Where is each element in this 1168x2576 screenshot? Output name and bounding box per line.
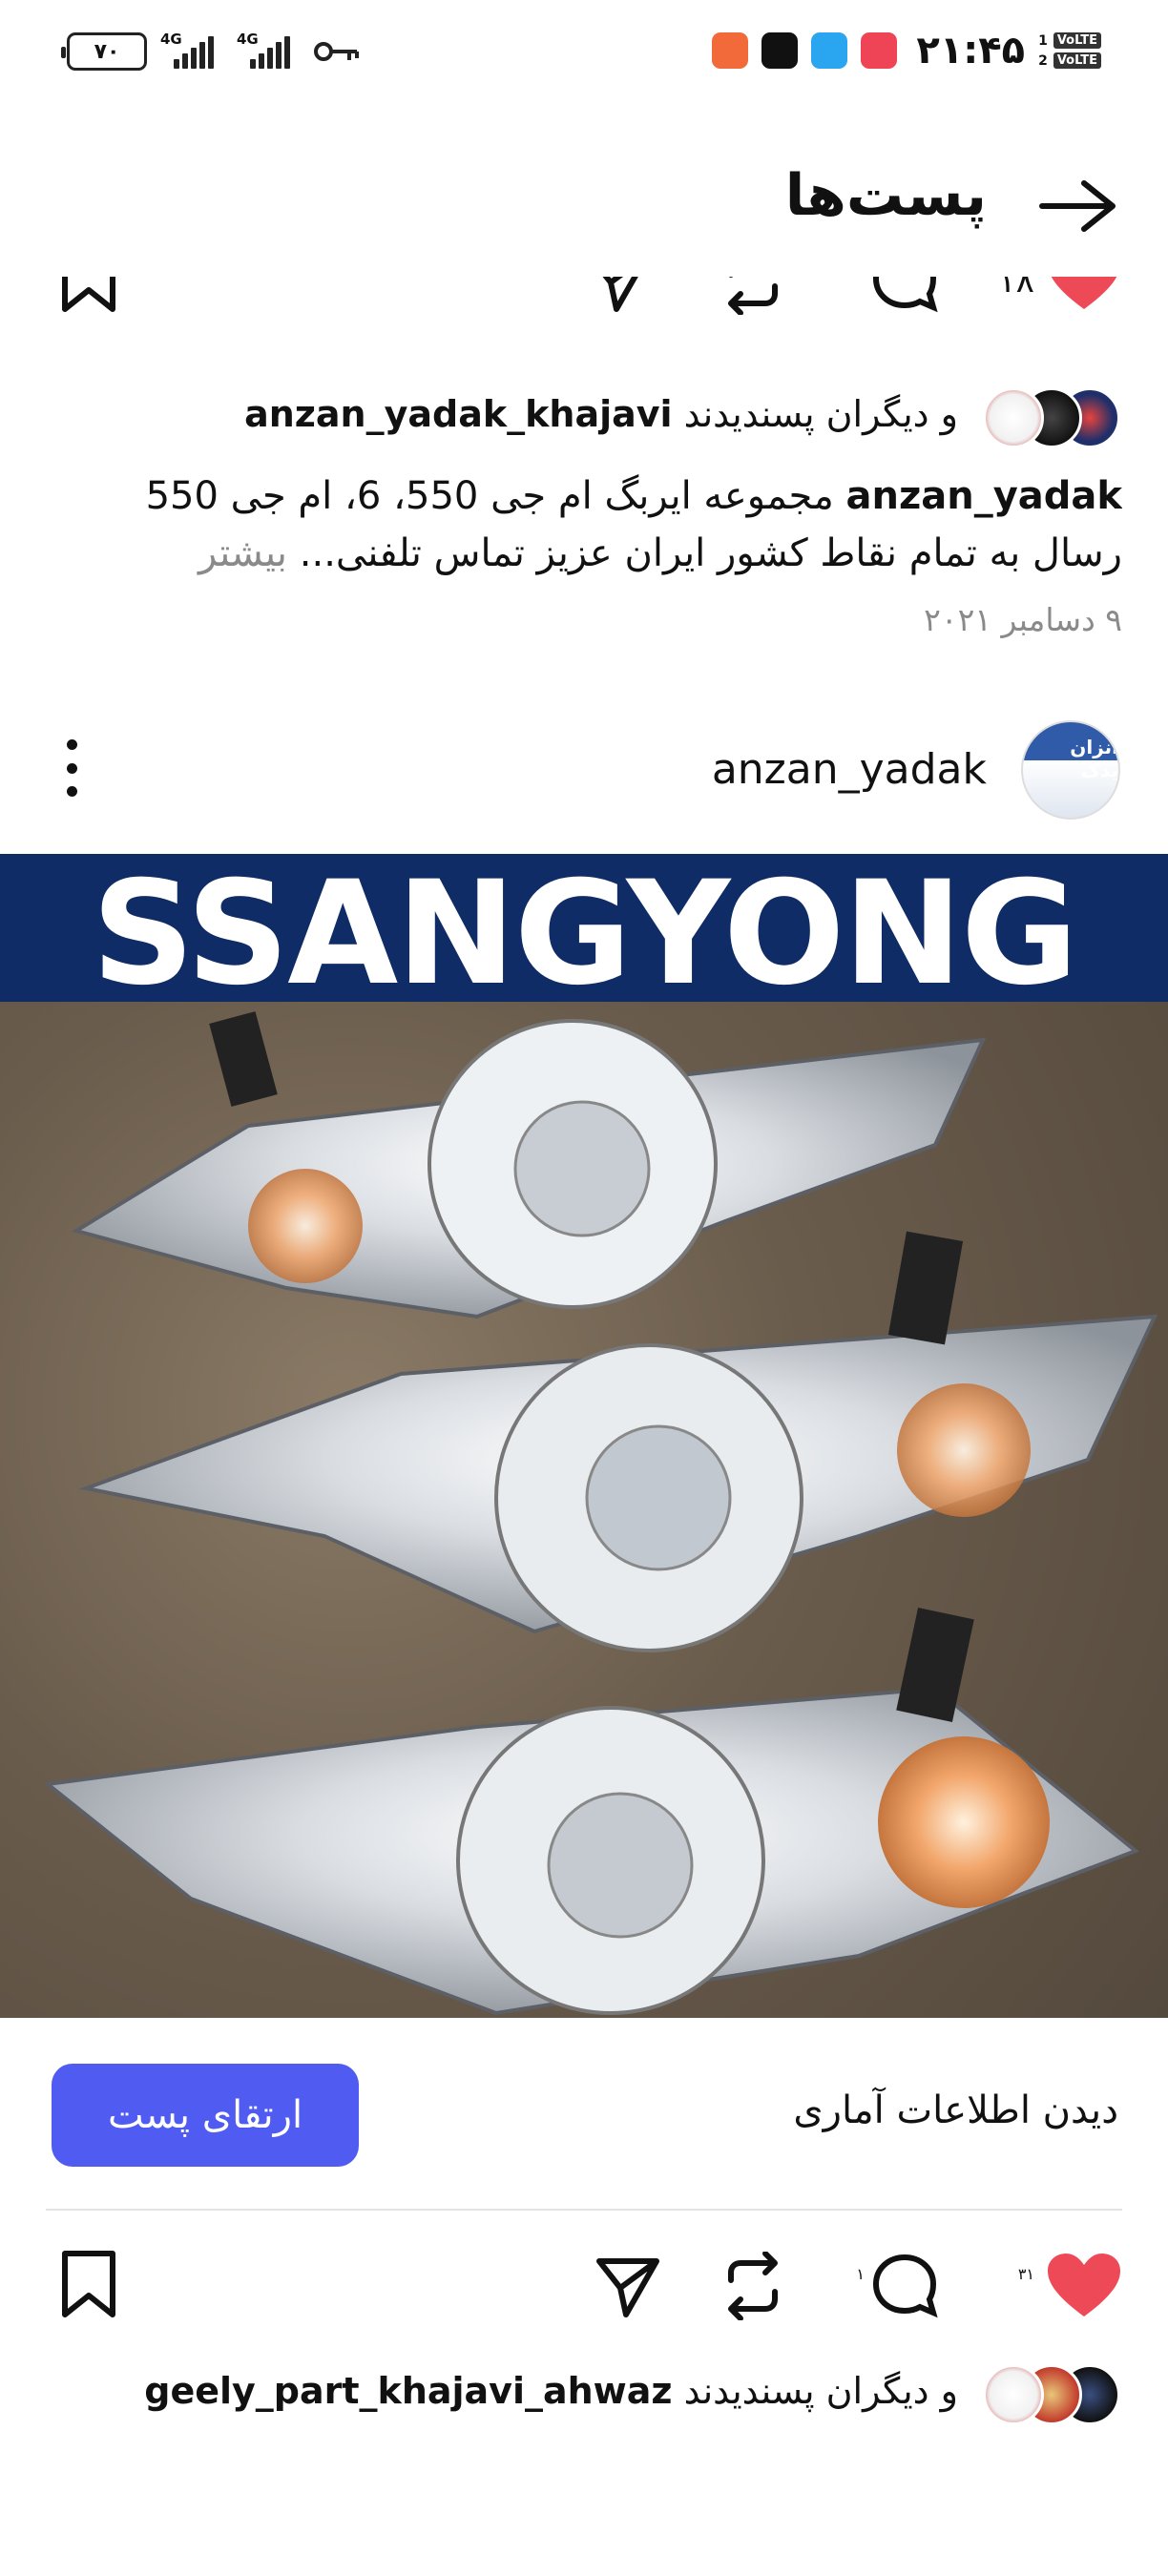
share-button[interactable] [584,277,653,315]
headlights-illustration [43,1011,1158,2016]
caption-text-1: مجموعه ایربگ ام جی 550، 6، ام جی 550 [145,474,834,518]
page-title: پست‌ها [784,162,987,229]
huawei-app-icon [712,32,749,69]
sim-2-label: 2 [1038,52,1048,69]
huawei-store-icon [861,32,898,69]
like-button[interactable] [1046,277,1122,313]
battery-level: ۷۰ [94,39,120,64]
brand-banner: SSANGYONG [0,854,1168,1017]
post-owner-actions: ارتقای پست دیدن اطلاعات آماری [0,2018,1168,2209]
caption-line-1: anzan_yadak مجموعه ایربگ ام جی 550، 6، ا… [44,467,1122,525]
battery-icon: ۷۰ [61,32,147,71]
status-left: ۷۰ 4G 4G [61,31,361,71]
comment-icon [872,277,938,313]
divider [46,2209,1122,2211]
previous-post-actions: ۱۸ ۱ [0,277,1168,343]
liked-by-text: و دیگران پسندیدند anzan_yadak_khajavi [244,393,958,435]
repost-icon [728,277,778,315]
clock: ۲۱:۴۵ [916,29,1026,73]
brand-text: SSANGYONG [91,854,1078,1017]
post-image[interactable]: SSANGYONG [0,854,1168,2018]
sim-1-label: 1 [1038,32,1048,49]
save-button[interactable] [59,2250,118,2318]
caption-text-2: رسال به تمام نقاط کشور ایران عزیز تماس ت… [299,531,1122,575]
avatar[interactable]: انزان یدک [1021,720,1120,820]
like-count: ۱۸ [997,277,1034,301]
view-insights-link[interactable]: دیدن اطلاعات آماری [793,2088,1118,2132]
signal-icon: 4G [160,31,223,69]
like-count: ۳۱ [1017,2265,1034,2283]
post-date: ۹ دسامبر ۲۰۲۱ [924,601,1122,638]
network-type-1: 4G [160,31,182,48]
post-header: انزان یدک anzan_yadak [0,711,1168,825]
status-right: ۲۱:۴۵ 1 VoLTE 2 VoLTE [712,29,1101,73]
repost-button[interactable] [720,277,786,315]
save-button[interactable] [59,277,118,313]
caption-username[interactable]: anzan_yadak [845,474,1122,518]
comment-button[interactable] [870,2252,939,2320]
caption-line-2: رسال به تمام نقاط کشور ایران عزیز تماس ت… [44,525,1122,582]
previous-post-liked-by[interactable]: و دیگران پسندیدند anzan_yadak_khajavi [0,380,1168,456]
liker-avatar [983,387,1044,448]
liker-avatar [983,2364,1044,2425]
key-icon [314,42,359,61]
status-bar: ۷۰ 4G 4G ۲۱:۴۵ 1 VoLTE 2 VoLTE [0,0,1168,114]
post-actions: ۳۱ ۱ [0,2233,1168,2328]
heart-icon [1051,277,1117,309]
share-button[interactable] [594,2252,662,2320]
volte-tag-1: VoLTE [1053,32,1101,49]
comment-icon [872,2254,938,2318]
comment-count: ۱ [856,2265,865,2283]
bookmark-icon [62,2251,115,2317]
post-username[interactable]: anzan_yadak [712,745,987,794]
liked-by-user[interactable]: anzan_yadak_khajavi [244,393,672,435]
bookmark-icon [62,277,115,312]
heart-icon [1048,2254,1120,2316]
liker-avatars [968,387,1120,448]
liked-by-text: و دیگران پسندیدند geely_part_khajavi_ahw… [144,2370,958,2412]
comment-count: ۱ [856,277,865,280]
liked-by-prefix: و دیگران پسندیدند [683,393,958,435]
network-type-2: 4G [237,31,259,48]
headlights-photo [0,1002,1168,2018]
volte-tag-2: VoLTE [1053,52,1101,69]
top-app-bar: پست‌ها [0,143,1168,267]
volte-indicator: 1 VoLTE 2 VoLTE [1038,32,1101,69]
comment-button[interactable] [870,277,939,315]
signal-icon-2: 4G [237,31,300,69]
repost-button[interactable] [720,2252,786,2320]
tiktok-icon [761,32,799,69]
send-icon [602,277,638,312]
liked-by-prefix: و دیگران پسندیدند [683,2370,958,2412]
avatar-text: انزان یدک [1070,736,1118,781]
back-arrow-icon[interactable] [1034,177,1120,235]
post-liked-by[interactable]: و دیگران پسندیدند geely_part_khajavi_ahw… [0,2357,1168,2433]
post-caption[interactable]: anzan_yadak مجموعه ایربگ ام جی 550، 6، ا… [44,467,1122,582]
repost-icon [728,2252,778,2320]
promote-post-button[interactable]: ارتقای پست [52,2064,359,2167]
liked-by-user[interactable]: geely_part_khajavi_ahwaz [144,2370,672,2412]
more-options-icon[interactable] [57,739,86,797]
caption-more-link[interactable]: بیشتر [198,531,287,575]
messages-icon [811,32,848,69]
like-button[interactable] [1046,2252,1122,2320]
send-icon [596,2258,659,2317]
liker-avatars [968,2364,1120,2425]
